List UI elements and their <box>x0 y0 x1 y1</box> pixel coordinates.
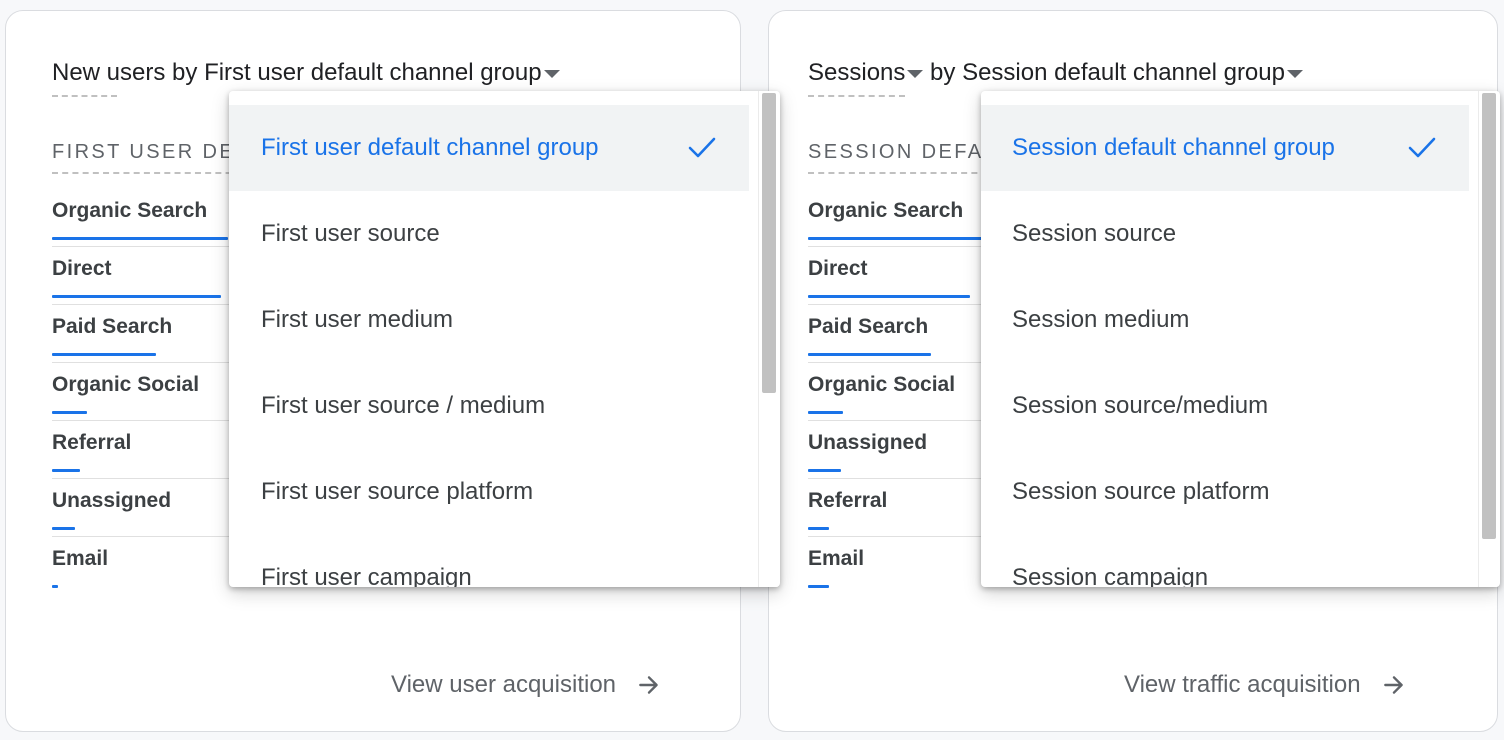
row-bar <box>52 295 221 298</box>
menu-item-first-user-source-medium[interactable]: First user source / medium <box>229 363 749 449</box>
row-label: Organic Search <box>808 199 964 222</box>
row-label: Unassigned <box>52 489 172 512</box>
card-title: Sessions by Session default channel grou… <box>808 59 1303 97</box>
row-bar <box>52 469 80 472</box>
menu-item-first-user-default-channel-group[interactable]: First user default channel group <box>229 105 749 191</box>
menu-item-session-default-channel-group[interactable]: Session default channel group <box>981 105 1469 191</box>
row-bar <box>808 469 841 472</box>
menu-item-session-source[interactable]: Session source <box>981 191 1469 277</box>
menu-item-label: Session default channel group <box>1012 134 1335 161</box>
row-bar <box>52 237 228 240</box>
title-by-text: by <box>165 59 205 86</box>
scrollbar[interactable] <box>758 91 778 587</box>
arrow-right-icon <box>1381 672 1407 698</box>
caret-down-icon[interactable] <box>907 70 924 78</box>
check-icon <box>687 135 717 161</box>
row-bar <box>808 353 931 356</box>
view-user-acquisition-link[interactable]: View user acquisition <box>391 671 662 699</box>
row-label: Unassigned <box>808 431 928 454</box>
menu-item-first-user-medium[interactable]: First user medium <box>229 277 749 363</box>
row-bar <box>52 527 75 530</box>
row-bar <box>52 353 156 356</box>
menu-item-session-campaign[interactable]: Session campaign <box>981 535 1469 587</box>
row-label: Paid Search <box>808 315 929 338</box>
view-traffic-acquisition-link[interactable]: View traffic acquisition <box>1124 671 1407 699</box>
row-label: Referral <box>808 489 888 512</box>
row-label: Email <box>808 547 865 570</box>
menu-item-label: First user source platform <box>261 478 534 505</box>
row-bar <box>808 295 970 298</box>
row-bar <box>52 411 87 414</box>
row-label: Direct <box>52 257 112 280</box>
metric-selector: New users <box>52 59 166 97</box>
row-bar <box>52 585 58 588</box>
row-bar <box>808 527 829 530</box>
dimension-selector[interactable]: Session default channel group <box>962 59 1285 87</box>
menu-item-session-source-medium[interactable]: Session source/medium <box>981 363 1469 449</box>
footer-link-label: View user acquisition <box>391 671 617 698</box>
check-icon <box>1407 135 1437 161</box>
row-bar <box>808 411 843 414</box>
scrollbar[interactable] <box>1478 91 1498 587</box>
metric-selector[interactable]: Sessions <box>808 59 906 97</box>
row-label: Organic Social <box>808 373 956 396</box>
menu-item-label: Session source/medium <box>1012 392 1269 419</box>
title-by-text: by <box>923 59 963 86</box>
menu-item-label: Session source <box>1012 220 1177 247</box>
column-header[interactable]: SESSION DEFAULT CHANNEL GROUP <box>808 141 1008 174</box>
first-user-dimension-dropdown: First user default channel group First u… <box>229 91 780 587</box>
row-bar <box>808 585 829 588</box>
menu-item-session-medium[interactable]: Session medium <box>981 277 1469 363</box>
arrow-right-icon <box>636 672 662 698</box>
menu-item-first-user-source[interactable]: First user source <box>229 191 749 277</box>
caret-down-icon[interactable] <box>1286 70 1303 78</box>
caret-down-icon[interactable] <box>543 70 560 78</box>
scrollbar-thumb[interactable] <box>1482 93 1496 539</box>
menu-item-first-user-campaign[interactable]: First user campaign <box>229 535 749 587</box>
session-dimension-dropdown: Session default channel group Session so… <box>981 91 1500 587</box>
row-label: Email <box>52 547 109 570</box>
menu-item-label: Session medium <box>1012 306 1190 333</box>
dimension-selector[interactable]: First user default channel group <box>204 59 542 87</box>
row-label: Direct <box>808 257 868 280</box>
menu-item-label: Session campaign <box>1012 564 1209 587</box>
menu-item-first-user-source-platform[interactable]: First user source platform <box>229 449 749 535</box>
scrollbar-thumb[interactable] <box>762 93 776 393</box>
menu-item-label: First user medium <box>261 306 454 333</box>
menu-item-label: First user default channel group <box>261 134 599 161</box>
column-header[interactable]: FIRST USER DEFAULT CHANNEL GROUP <box>52 141 252 174</box>
row-label: Referral <box>52 431 132 454</box>
card-title: New users by First user default channel … <box>52 59 560 97</box>
row-label: Organic Search <box>52 199 208 222</box>
menu-item-label: First user campaign <box>261 564 472 587</box>
row-bar <box>808 237 984 240</box>
row-label: Paid Search <box>52 315 173 338</box>
menu-item-session-source-platform[interactable]: Session source platform <box>981 449 1469 535</box>
row-label: Organic Social <box>52 373 200 396</box>
menu-item-label: First user source <box>261 220 440 247</box>
menu-item-label: Session source platform <box>1012 478 1270 505</box>
footer-link-label: View traffic acquisition <box>1124 671 1361 698</box>
menu-item-label: First user source / medium <box>261 392 546 419</box>
